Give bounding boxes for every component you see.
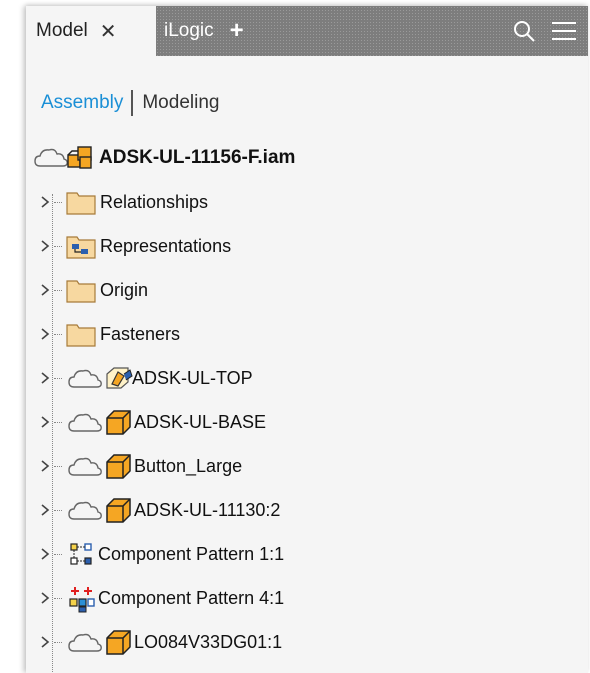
add-tab-icon[interactable]: + [230, 19, 244, 43]
chevron-right-icon[interactable] [39, 327, 51, 341]
part-icon [106, 410, 131, 435]
visibility-cloud-icon[interactable] [34, 146, 70, 170]
view-modeling-link[interactable]: Modeling [142, 92, 219, 114]
tree-item[interactable]: ADSK-UL-11130:2 [26, 488, 586, 532]
view-switch: Assembly Modeling [41, 90, 219, 116]
browser-tab-bar: Model ✕ iLogic + [26, 6, 588, 56]
menu-icon[interactable] [552, 21, 576, 41]
tree-item[interactable]: Fasteners [26, 312, 586, 356]
chevron-right-icon[interactable] [39, 415, 51, 429]
tab-model-label: Model [36, 20, 88, 41]
tree-item-label: Relationships [100, 191, 209, 212]
tree-item[interactable]: Button_Large [26, 444, 586, 488]
chevron-right-icon[interactable] [39, 635, 51, 649]
chevron-right-icon[interactable] [39, 547, 51, 561]
tree-item-label: Fasteners [100, 323, 181, 344]
view-divider [131, 90, 134, 116]
chevron-right-icon[interactable] [39, 591, 51, 605]
representations-icon [66, 236, 96, 259]
tab-ilogic[interactable]: iLogic + [156, 6, 588, 56]
chevron-right-icon[interactable] [39, 195, 51, 209]
folder-icon [66, 192, 96, 215]
visibility-cloud-icon[interactable] [68, 455, 104, 479]
tree-item-label: Button_Large [134, 455, 243, 476]
visibility-cloud-icon[interactable] [68, 411, 104, 435]
view-assembly-link[interactable]: Assembly [41, 92, 123, 114]
tree-item-label: Component Pattern 1:1 [98, 543, 285, 564]
visibility-cloud-icon[interactable] [68, 367, 104, 391]
tree-item-label: LO084V33DG01:1 [134, 631, 283, 652]
tree-item[interactable]: ADSK-UL-BASE [26, 400, 586, 444]
chevron-right-icon[interactable] [39, 459, 51, 473]
tree-item[interactable]: Component Pattern 1:1 [26, 532, 586, 576]
part-icon [106, 498, 131, 523]
tree-item[interactable]: Component Pattern 4:1 [26, 576, 586, 620]
tree-item-label: ADSK-UL-BASE [134, 411, 267, 432]
chevron-right-icon[interactable] [39, 283, 51, 297]
pattern-icon [69, 587, 95, 613]
model-browser-panel: Model ✕ iLogic + Assembly Modeling ADSK-… [26, 6, 588, 673]
tree-item-label: Component Pattern 4:1 [98, 587, 285, 608]
tree-item[interactable]: LO084V33DG01:1 [26, 620, 586, 664]
part-icon [106, 454, 131, 479]
tree-item[interactable]: Representations [26, 224, 586, 268]
tab-ilogic-label: iLogic [164, 20, 214, 41]
tree-item[interactable]: ADSK-UL-TOP [26, 356, 586, 400]
folder-icon [66, 324, 96, 347]
tree-item-label: ADSK-UL-11130:2 [134, 499, 281, 520]
tree-item-label: Representations [100, 235, 232, 256]
substitute-part-icon [106, 367, 133, 389]
visibility-cloud-icon[interactable] [68, 499, 104, 523]
chevron-right-icon[interactable] [39, 371, 51, 385]
close-icon[interactable]: ✕ [100, 19, 117, 44]
rect-pattern-icon [70, 543, 92, 565]
folder-icon [66, 280, 96, 303]
chevron-right-icon[interactable] [39, 503, 51, 517]
chevron-right-icon[interactable] [39, 239, 51, 253]
tree-item-label: ADSK-UL-TOP [132, 367, 253, 388]
tree-item-label: Origin [100, 279, 149, 300]
assembly-icon [67, 146, 92, 169]
tree-root-label: ADSK-UL-11156-F.iam [99, 147, 296, 168]
tree-item[interactable]: Relationships [26, 180, 586, 224]
tree-root-node[interactable]: ADSK-UL-11156-F.iam [26, 136, 586, 180]
tree-item[interactable]: Origin [26, 268, 586, 312]
visibility-cloud-icon[interactable] [68, 631, 104, 655]
part-icon [106, 630, 131, 655]
tab-model[interactable]: Model ✕ [26, 6, 156, 56]
search-icon[interactable] [512, 19, 536, 43]
